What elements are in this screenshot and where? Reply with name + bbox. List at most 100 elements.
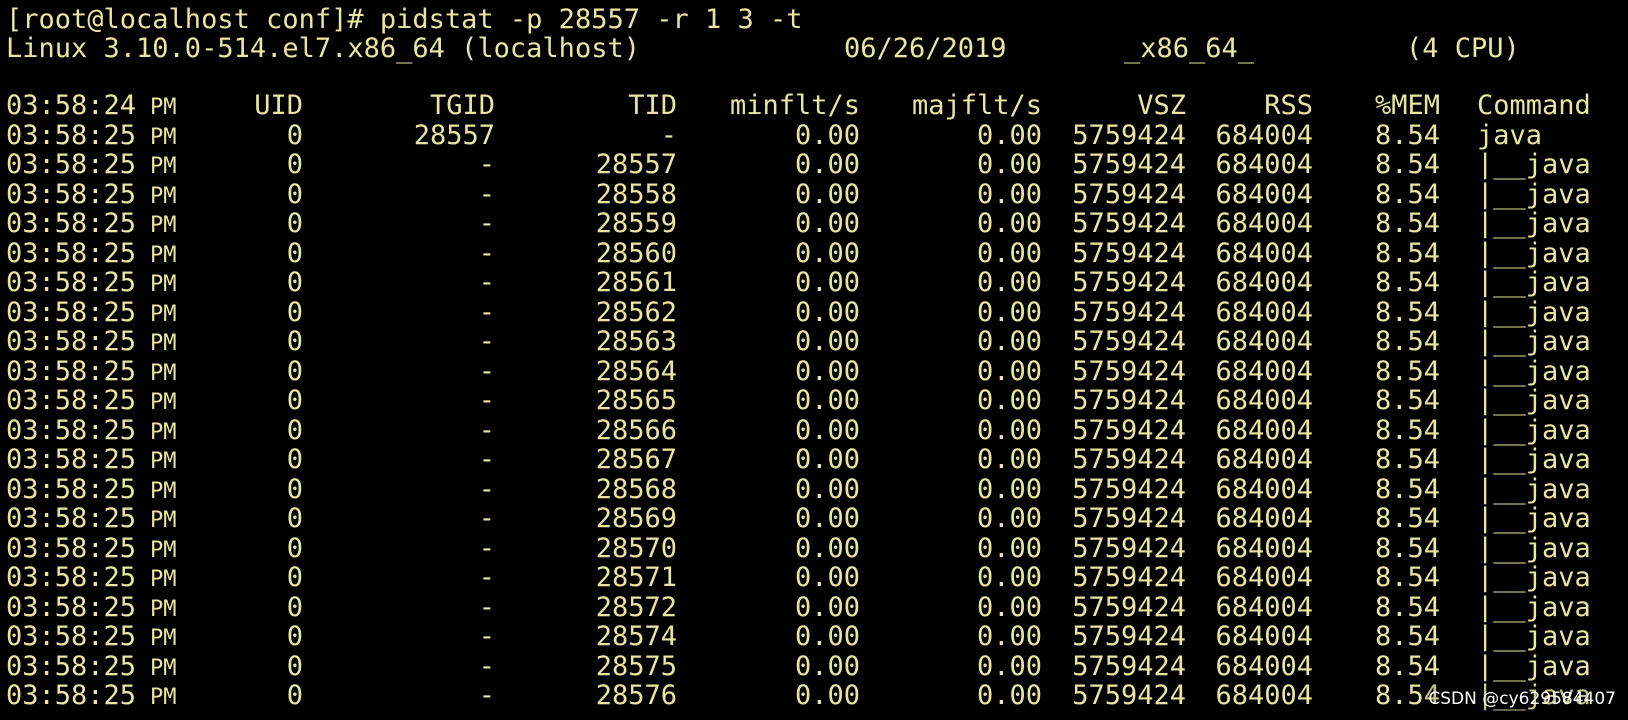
row-uid: 0 bbox=[286, 267, 303, 298]
row-vsz: 5759424 bbox=[1072, 149, 1186, 180]
row-cmd: |__java bbox=[1477, 178, 1591, 210]
row-minflt: 0.00 bbox=[794, 562, 860, 593]
row-tgid: - bbox=[478, 444, 495, 475]
table-row: 03:58:25 PM 0 - 28569 0.00 0.00 5759424 684004 8.… bbox=[0, 504, 1628, 534]
row-minflt: 0.00 bbox=[794, 680, 860, 711]
row-time: 03:58:25 PM bbox=[6, 178, 177, 210]
watermark: CSDN @cy629584407 bbox=[1424, 684, 1620, 714]
row-cmd: |__java bbox=[1477, 591, 1591, 623]
row-rss: 684004 bbox=[1215, 149, 1313, 180]
row-tgid: - bbox=[478, 208, 495, 239]
row-uid: 0 bbox=[286, 237, 303, 269]
column-header: RSS bbox=[1264, 90, 1313, 121]
row-tid: 28559 bbox=[595, 208, 677, 239]
row-tgid: - bbox=[478, 621, 495, 652]
row-cmd: |__java bbox=[1477, 149, 1591, 180]
row-uid: 0 bbox=[286, 650, 303, 682]
row-rss: 684004 bbox=[1215, 414, 1313, 446]
row-tid: 28569 bbox=[595, 503, 677, 534]
table-row: 03:58:25 PM 0 - 28566 0.00 0.00 5759424 684004 8.… bbox=[0, 414, 1628, 446]
row-majflt: 0.00 bbox=[976, 208, 1042, 239]
row-time: 03:58:25 PM bbox=[6, 503, 177, 534]
table-row: 03:58:25 PM 0 - 28557 0.00 0.00 5759424 684004 8.… bbox=[0, 150, 1628, 180]
arch-info: _x86_64_ bbox=[1124, 33, 1255, 64]
row-tid: 28575 bbox=[595, 650, 677, 682]
row-mem: 8.54 bbox=[1374, 149, 1440, 180]
row-tid: 28574 bbox=[595, 621, 677, 652]
row-time: 03:58:25 PM bbox=[6, 444, 177, 475]
row-tgid: - bbox=[478, 237, 495, 269]
row-cmd: |__java bbox=[1477, 208, 1591, 239]
row-mem: 8.54 bbox=[1374, 237, 1440, 269]
row-rss: 684004 bbox=[1215, 355, 1313, 387]
row-time: 03:58:25 PM bbox=[6, 650, 177, 682]
row-vsz: 5759424 bbox=[1072, 591, 1186, 623]
table-row: 03:58:25 PM 0 - 28571 0.00 0.00 5759424 684004 8.… bbox=[0, 563, 1628, 593]
row-tid: 28570 bbox=[595, 532, 677, 564]
row-minflt: 0.00 bbox=[794, 355, 860, 387]
row-vsz: 5759424 bbox=[1072, 119, 1186, 151]
row-cmd: |__java bbox=[1477, 385, 1591, 416]
row-tid: 28567 bbox=[595, 444, 677, 475]
row-uid: 0 bbox=[286, 562, 303, 593]
command-line: [root@localhost conf]# pidstat -p 28557 … bbox=[6, 4, 803, 35]
row-rss: 684004 bbox=[1215, 650, 1313, 682]
row-mem: 8.54 bbox=[1374, 503, 1440, 534]
row-uid: 0 bbox=[286, 178, 303, 210]
row-majflt: 0.00 bbox=[976, 621, 1042, 652]
row-vsz: 5759424 bbox=[1072, 473, 1186, 505]
cpu-count: (4 CPU) bbox=[1406, 33, 1520, 64]
row-tid: 28564 bbox=[595, 355, 677, 387]
row-time: 03:58:25 PM bbox=[6, 326, 177, 357]
table-row: 03:58:25 PM 0 - 28559 0.00 0.00 5759424 684004 8.… bbox=[0, 209, 1628, 239]
row-tgid: - bbox=[478, 326, 495, 357]
row-cmd: |__java bbox=[1477, 532, 1591, 564]
row-tgid: - bbox=[478, 473, 495, 505]
row-tid: 28568 bbox=[595, 473, 677, 505]
row-tgid: - bbox=[478, 267, 495, 298]
row-minflt: 0.00 bbox=[794, 119, 860, 151]
row-cmd: |__java bbox=[1477, 562, 1591, 593]
row-mem: 8.54 bbox=[1374, 650, 1440, 682]
row-majflt: 0.00 bbox=[976, 326, 1042, 357]
row-mem: 8.54 bbox=[1374, 414, 1440, 446]
row-cmd: |__java bbox=[1477, 621, 1591, 652]
row-time: 03:58:25 PM bbox=[6, 473, 177, 505]
row-tid: 28563 bbox=[595, 326, 677, 357]
row-mem: 8.54 bbox=[1374, 532, 1440, 564]
table-row: 03:58:25 PM 0 - 28561 0.00 0.00 5759424 684004 8.… bbox=[0, 268, 1628, 298]
column-header: TID bbox=[628, 90, 677, 121]
row-cmd: |__java bbox=[1477, 326, 1591, 357]
row-uid: 0 bbox=[286, 119, 303, 151]
row-time: 03:58:25 PM bbox=[6, 532, 177, 564]
row-time: 03:58:25 PM bbox=[6, 237, 177, 269]
table-row: 03:58:25 PM 0 - 28565 0.00 0.00 5759424 684004 8.… bbox=[0, 386, 1628, 416]
row-rss: 684004 bbox=[1215, 503, 1313, 534]
row-uid: 0 bbox=[286, 680, 303, 711]
kernel-info: Linux 3.10.0-514.el7.x86_64 (localhost) bbox=[6, 33, 640, 64]
row-mem: 8.54 bbox=[1374, 444, 1440, 475]
row-minflt: 0.00 bbox=[794, 208, 860, 239]
row-majflt: 0.00 bbox=[976, 650, 1042, 682]
row-tid: 28558 bbox=[595, 178, 677, 210]
row-rss: 684004 bbox=[1215, 562, 1313, 593]
row-mem: 8.54 bbox=[1374, 473, 1440, 505]
row-uid: 0 bbox=[286, 414, 303, 446]
terminal-window[interactable]: [root@localhost conf]# pidstat -p 28557 … bbox=[0, 0, 1628, 720]
row-vsz: 5759424 bbox=[1072, 267, 1186, 298]
table-row: 03:58:25 PM 0-28576 0.00 0.00 5759424 684004 8.… bbox=[0, 681, 1628, 711]
row-vsz: 5759424 bbox=[1072, 355, 1186, 387]
row-time: 03:58:25 PM bbox=[6, 562, 177, 593]
row-rss: 684004 bbox=[1215, 621, 1313, 652]
row-tgid: - bbox=[478, 385, 495, 416]
row-cmd: |__java bbox=[1477, 503, 1591, 534]
pidstat-table: 03:58:24 PM UID TGID TID minflt/s majflt/… bbox=[0, 91, 1628, 711]
row-rss: 684004 bbox=[1215, 178, 1313, 210]
row-mem: 8.54 bbox=[1374, 591, 1440, 623]
row-mem: 8.54 bbox=[1374, 267, 1440, 298]
row-tgid: - bbox=[478, 178, 495, 210]
row-minflt: 0.00 bbox=[794, 444, 860, 475]
row-vsz: 5759424 bbox=[1072, 208, 1186, 239]
row-uid: 0 bbox=[286, 385, 303, 416]
row-cmd: |__java bbox=[1477, 444, 1591, 475]
